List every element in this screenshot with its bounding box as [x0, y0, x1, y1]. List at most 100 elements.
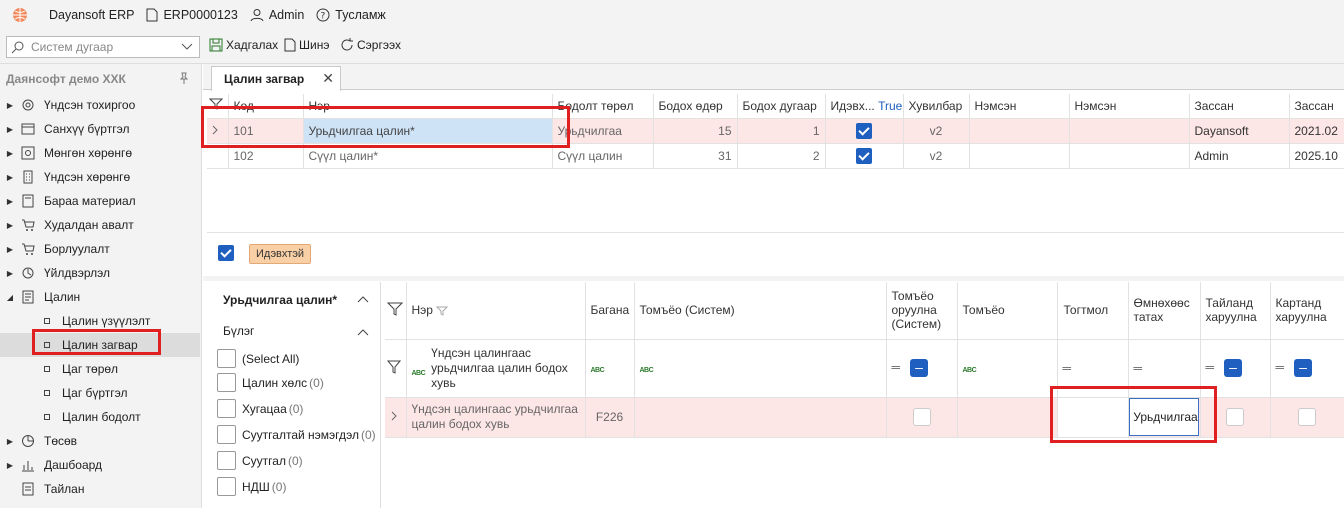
cell-added-2[interactable]	[1069, 143, 1190, 169]
option-deduction[interactable]: Суутгал (0)	[217, 451, 303, 470]
minus-button[interactable]: –	[910, 359, 929, 377]
column-header-added-1[interactable]: Нэмсэн	[969, 94, 1070, 119]
cell-formula-input[interactable]	[886, 397, 958, 438]
column-header-edited-by[interactable]: Зассан	[1189, 94, 1290, 119]
new-button[interactable]: Шинэ	[284, 38, 329, 52]
user-menu[interactable]: Admin	[250, 8, 304, 22]
sidebar-subitem-time-record[interactable]: Цаг бүртгэл	[0, 381, 200, 405]
filter-icon[interactable]	[386, 360, 402, 374]
sidebar-item-report[interactable]: Тайлан	[0, 477, 200, 501]
filter-column-header[interactable]	[207, 94, 229, 119]
column-header-edited-at[interactable]: Зассан	[1289, 94, 1344, 119]
sidebar-subitem-salary-indicator[interactable]: Цалин үзүүлэлт	[0, 309, 200, 333]
expand-arrow-icon[interactable]: ▶	[0, 149, 20, 158]
sidebar-subitem-salary-calc[interactable]: Цалин бодолт	[0, 405, 200, 429]
cell-active[interactable]	[825, 143, 904, 169]
active-checkbox[interactable]	[856, 147, 872, 164]
cell-edited-at[interactable]: 2025.10	[1289, 143, 1344, 169]
cell-calc-type[interactable]: Урьдчилгаа	[552, 118, 654, 144]
column-header-name[interactable]: Нэр	[406, 282, 586, 340]
sidebar-item-production[interactable]: ▶ Үйлдвэрлэл	[0, 261, 200, 285]
expand-arrow-icon[interactable]: ▶	[0, 197, 20, 206]
column-header-show-card[interactable]: Картанд харуулна	[1270, 282, 1344, 340]
active-checkbox[interactable]	[856, 122, 872, 139]
cell-calc-type[interactable]: Сүүл цалин	[552, 143, 654, 169]
help-button[interactable]: ? Тусламж	[316, 8, 386, 22]
expand-arrow-icon[interactable]: ▶	[0, 221, 20, 230]
minus-button[interactable]: –	[1224, 359, 1243, 377]
column-header-calc-type[interactable]: Бодолт төрөл	[552, 94, 654, 119]
cell-name[interactable]: Сүүл цалин*	[303, 143, 553, 169]
cell-version[interactable]: v2	[903, 118, 970, 144]
filter-column-header[interactable]	[385, 282, 407, 340]
filter-icon[interactable]	[386, 302, 404, 316]
sidebar-item-dashboard[interactable]: ▶ Дашбоард	[0, 453, 200, 477]
cell-added-1[interactable]	[969, 118, 1070, 144]
minus-button[interactable]: –	[1294, 359, 1313, 377]
splitter[interactable]	[203, 276, 1344, 281]
expand-arrow-icon[interactable]: ▶	[0, 269, 20, 278]
doc-number[interactable]: ERP0000123	[146, 8, 238, 22]
option-deductible-addition[interactable]: Суутгалтай нэмэгдэл (0)	[217, 425, 376, 444]
row-indicator[interactable]	[385, 397, 407, 438]
filter-cell-show-report[interactable]: ═ –	[1200, 339, 1271, 398]
column-header-calc-day[interactable]: Бодох өдөр	[653, 94, 738, 119]
expand-arrow-icon[interactable]: ▶	[0, 245, 20, 254]
column-header-column[interactable]: Багана	[585, 282, 635, 340]
cell-calc-day[interactable]: 31	[653, 143, 738, 169]
expand-arrow-icon[interactable]: ▶	[0, 101, 20, 110]
filter-cell-show-card[interactable]: ═ –	[1270, 339, 1344, 398]
filter-active-badge[interactable]: Идэвхтэй	[249, 244, 312, 264]
cell-name[interactable]: Үндсэн цалингаас урьдчилгаа цалин бодох …	[406, 397, 586, 438]
filter-icon[interactable]	[208, 98, 224, 111]
filter-cell-name[interactable]: ABC Үндсэн цалингаас урьдчилгаа цалин бод…	[406, 339, 586, 398]
sidebar-item-budget[interactable]: ▶ Төсөв	[0, 429, 200, 453]
column-header-code[interactable]: Код	[228, 94, 304, 119]
filter-icon[interactable]	[436, 306, 449, 316]
expand-arrow-icon[interactable]: ▶	[0, 437, 20, 446]
cell-added-1[interactable]	[969, 143, 1070, 169]
show-report-checkbox[interactable]	[1226, 408, 1244, 426]
close-icon[interactable]: ✕	[322, 70, 334, 87]
cell-edited-by[interactable]: Admin	[1189, 143, 1290, 169]
cell-code[interactable]: 102	[228, 143, 304, 169]
refresh-button[interactable]: Сэргээх	[340, 38, 401, 52]
filter-cell-formula-system[interactable]: ABC	[634, 339, 887, 398]
sidebar-item-finance[interactable]: ▶ Санхүү бүртгэл	[0, 117, 200, 141]
cell-show-card[interactable]	[1270, 397, 1344, 438]
column-header-name[interactable]: Нэр	[303, 94, 553, 119]
filter-cell-formula-input[interactable]: ═ –	[886, 339, 958, 398]
pull-previous-editor[interactable]: Урьдчилгаа	[1129, 398, 1199, 436]
chevron-down-icon[interactable]	[181, 43, 193, 51]
filter-cell-pull-previous[interactable]: ═	[1128, 339, 1201, 398]
filter-row-indicator[interactable]	[385, 339, 407, 398]
sidebar-subitem-time-type[interactable]: Цаг төрөл	[0, 357, 200, 381]
collapse-arrow-icon[interactable]: ◢	[0, 293, 20, 302]
column-header-formula[interactable]: Томъёо	[957, 282, 1058, 340]
cell-pull-previous[interactable]: Урьдчилгаа	[1128, 397, 1201, 438]
column-header-pull-previous[interactable]: Өмнөхөөс татах	[1128, 282, 1201, 340]
table-row[interactable]: Үндсэн цалингаас урьдчилгаа цалин бодох …	[385, 397, 1344, 438]
cell-show-report[interactable]	[1200, 397, 1271, 438]
sidebar-item-settings[interactable]: ▶ Үндсэн тохиргоо	[0, 93, 200, 117]
cell-formula-system[interactable]	[634, 397, 887, 438]
sidebar-item-inventory[interactable]: ▶ Бараа материал	[0, 189, 200, 213]
cell-added-2[interactable]	[1069, 118, 1190, 144]
filter-enable-checkbox[interactable]	[218, 245, 234, 261]
sidebar-item-fixed-assets[interactable]: ▶ Үндсэн хөрөнгө	[0, 165, 200, 189]
sidebar-item-sales[interactable]: ▶ Борлуулалт	[0, 237, 200, 261]
filter-cell-constant[interactable]: ═	[1057, 339, 1129, 398]
column-header-added-2[interactable]: Нэмсэн	[1069, 94, 1190, 119]
table-row[interactable]: 102 Сүүл цалин* Сүүл цалин 31 2 v2 Admin…	[207, 143, 1344, 169]
table-row[interactable]: 101 Урьдчилгаа цалин* Урьдчилгаа 15 1 v2…	[207, 118, 1344, 144]
row-indicator[interactable]	[207, 143, 229, 169]
chevron-up-icon[interactable]	[357, 325, 369, 339]
cell-constant[interactable]	[1057, 397, 1129, 438]
cell-name[interactable]: Урьдчилгаа цалин*	[303, 118, 553, 144]
sidebar-item-salary[interactable]: ◢ Цалин	[0, 285, 200, 309]
sidebar-item-cash[interactable]: ▶ Мөнгөн хөрөнгө	[0, 141, 200, 165]
row-indicator[interactable]	[207, 118, 229, 144]
filter-cell-column[interactable]: ABC	[585, 339, 635, 398]
column-header-constant[interactable]: Тогтмол	[1057, 282, 1129, 340]
expand-arrow-icon[interactable]: ▶	[0, 125, 20, 134]
